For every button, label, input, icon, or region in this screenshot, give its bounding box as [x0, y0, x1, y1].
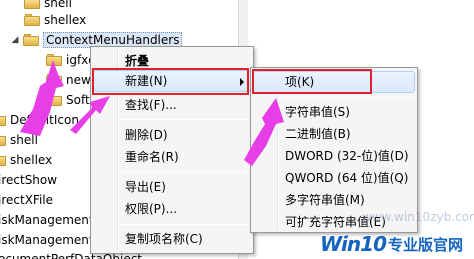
submenu-item-qword-value[interactable]: QWORD (64 位)值(Q) [253, 167, 415, 189]
tree-node-label: iskManagement [0, 213, 94, 227]
tree-node-label: irectShow [0, 173, 58, 187]
watermark: Win10 专业版官网 [320, 232, 463, 256]
menu-item-permissions[interactable]: 权限(P)... [93, 198, 251, 220]
menu-item-find[interactable]: 查找(F)... [93, 94, 251, 116]
watermark-subtitle: 专业版官网 [388, 236, 464, 254]
folder-icon [23, 34, 39, 46]
tree-node-label: irectXFile [0, 193, 53, 207]
tree-node-label: DefaultIcon [10, 113, 79, 127]
highlight-box-new [92, 68, 249, 95]
menu-separator [121, 224, 250, 225]
folder-icon [46, 54, 62, 66]
tree-node-label: shellex [44, 13, 87, 27]
menu-item-copy-key-name[interactable]: 复制项名称(C) [93, 228, 251, 250]
tree-node-shellex[interactable]: shellex [0, 151, 52, 169]
folder-icon [24, 0, 40, 9]
submenu-item-binary-value[interactable]: 二进制值(B) [253, 123, 415, 145]
submenu-item-dword-value[interactable]: DWORD (32-位)值(D) [253, 145, 415, 167]
tree-node-shellex-top[interactable]: shellex [24, 11, 86, 29]
tree-node-diskmanagement-2[interactable]: iskManagement [0, 231, 94, 249]
tree-node-label: shell [10, 133, 38, 147]
menu-item-delete[interactable]: 删除(D) [93, 124, 251, 146]
expander-expanded-icon[interactable]: ◢ [10, 35, 20, 45]
tree-node-igfxc[interactable]: igfxc [46, 51, 95, 69]
tree-node-defaulticon[interactable]: DefaultIcon [0, 111, 79, 129]
folder-icon [46, 74, 62, 86]
tree-node-soft[interactable]: Soft [46, 91, 90, 109]
submenu-item-multi-string-value[interactable]: 多字符串值(M) [253, 189, 415, 211]
tree-node-label: shellex [10, 153, 53, 167]
folder-icon [0, 134, 6, 146]
menu-separator [121, 119, 250, 120]
menu-separator [121, 172, 250, 173]
watermark-logo: Win10 [320, 232, 387, 256]
menu-item-rename[interactable]: 重命名(R) [93, 146, 251, 168]
tree-node-label: new [66, 73, 91, 87]
tree-node-label: Soft [66, 93, 90, 107]
watermark-url: www.win10zyb.com [362, 210, 474, 224]
tree-node-shell[interactable]: shell [0, 131, 38, 149]
highlight-box-key [252, 69, 372, 94]
folder-icon [24, 14, 40, 26]
folder-icon [0, 154, 6, 166]
tree-node-label: iskManagement [0, 233, 94, 247]
tree-node-label: shell [44, 0, 72, 10]
tree-node-new[interactable]: new [46, 71, 91, 89]
folder-icon [46, 94, 62, 106]
folder-icon [0, 114, 6, 126]
submenu-item-string-value[interactable]: 字符串值(S) [253, 101, 415, 123]
tree-node-directshow[interactable]: irectShow [0, 171, 57, 189]
tree-node-directxfile[interactable]: irectXFile [0, 191, 53, 209]
menu-separator [281, 97, 414, 98]
tree-node-diskmanagement-1[interactable]: iskManagement [0, 211, 94, 229]
menu-item-export[interactable]: 导出(E) [93, 176, 251, 198]
